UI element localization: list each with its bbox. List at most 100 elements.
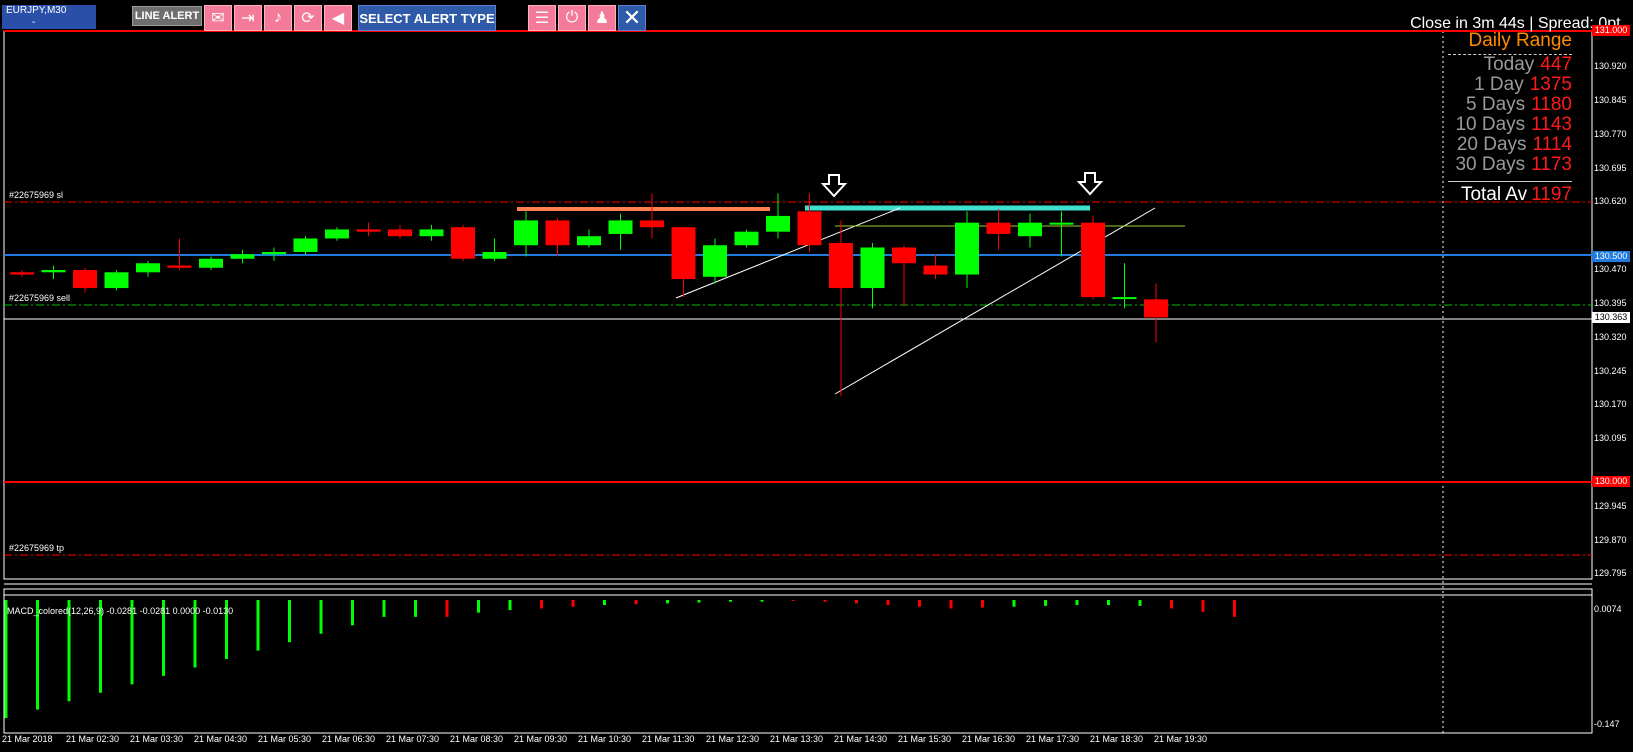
time-axis-label: 21 Mar 19:30 <box>1154 734 1208 744</box>
down-arrow-icon[interactable] <box>1076 172 1104 196</box>
price-tag: 131.000 <box>1592 25 1630 36</box>
candle-body <box>356 229 381 232</box>
power-icon[interactable]: ⏻ <box>558 5 586 31</box>
time-axis-label: 21 Mar 14:30 <box>834 734 888 744</box>
speaker-icon[interactable]: ◀ <box>324 5 352 31</box>
list-icon[interactable]: ☰ <box>528 5 556 31</box>
time-axis-label: 21 Mar 05:30 <box>258 734 312 744</box>
price-axis-label: 129.795 <box>1594 568 1627 579</box>
candle-body <box>640 220 664 228</box>
daily-range-row: 5 Days 1180 <box>1466 94 1572 115</box>
price-axis-label: 130.245 <box>1594 365 1627 376</box>
daily-range-title: Daily Range <box>1448 30 1572 55</box>
price-axis-label: 129.945 <box>1594 500 1627 511</box>
candle-body <box>167 265 192 268</box>
daily-range-row: 30 Days 1173 <box>1455 154 1572 175</box>
tp-label: #22675969 tp <box>9 543 65 553</box>
candle-body <box>986 222 1011 234</box>
candle-body <box>671 227 696 280</box>
price-tag: 130.500 <box>1592 250 1630 262</box>
symbol-label: EURJPY,M30 <box>6 5 67 16</box>
candle-body <box>388 229 412 237</box>
select-alert-type-button[interactable]: SELECT ALERT TYPE <box>358 5 496 31</box>
daily-range-row: Today 447 <box>1483 54 1572 75</box>
candle-body <box>703 245 727 277</box>
daily-range-row: 10 Days 1143 <box>1455 114 1572 135</box>
candle-body <box>797 211 822 246</box>
candle-body <box>577 236 601 246</box>
trendline[interactable] <box>834 207 1156 395</box>
music-note-icon[interactable]: ♪ <box>264 5 292 31</box>
candle-body <box>766 215 790 232</box>
time-axis-label: 21 Mar 07:30 <box>386 734 440 744</box>
time-axis-label: 21 Mar 10:30 <box>578 734 632 744</box>
toolbar: EURJPY,M30 - LINE ALERT ✉ ⇥ ♪ ⟳ ◀ SELECT… <box>0 2 1633 32</box>
candle-body <box>419 229 444 237</box>
price-axis-label: 130.170 <box>1594 399 1627 410</box>
price-axis-label: 130.770 <box>1594 128 1627 139</box>
price-axis-label: 130.095 <box>1594 433 1627 444</box>
candle-body <box>73 270 97 289</box>
price-tag: 130.000 <box>1592 476 1630 487</box>
price-axis-label: 130.470 <box>1594 264 1627 275</box>
mail-icon[interactable]: ✉ <box>204 5 232 31</box>
candle-body <box>1018 222 1042 237</box>
daily-range-total: Total Av 1197 <box>1448 181 1572 206</box>
time-axis-label: 21 Mar 16:30 <box>962 734 1016 744</box>
price-axis-label: 130.320 <box>1594 331 1627 342</box>
time-axis-label: 21 Mar 11:30 <box>642 734 695 744</box>
macd-title: MACD_colored(12,26,9) -0.0281 -0.0281 0.… <box>7 606 234 616</box>
price-chart[interactable] <box>0 0 1633 752</box>
candle-body <box>1112 297 1137 300</box>
price-axis-label: 130.395 <box>1594 297 1627 308</box>
price-axis-label: 130.695 <box>1594 162 1627 173</box>
down-arrow-icon[interactable] <box>820 174 848 198</box>
candle-body <box>482 251 507 259</box>
macd-histogram <box>4 600 1236 719</box>
time-axis-label: 21 Mar 2018 <box>2 734 53 744</box>
close-icon[interactable]: ✕ <box>618 5 646 31</box>
candle-body <box>1049 222 1074 225</box>
candle-body <box>230 254 255 259</box>
sl-label: #22675969 sl <box>9 190 64 200</box>
candle-body <box>325 229 349 239</box>
time-axis-label: 21 Mar 17:30 <box>1026 734 1080 744</box>
refresh-icon[interactable]: ⟳ <box>294 5 322 31</box>
candle-body <box>860 247 885 289</box>
price-axis-label: 130.920 <box>1594 61 1627 72</box>
time-axis-label: 21 Mar 18:30 <box>1090 734 1144 744</box>
daily-range-row: 20 Days 1114 <box>1456 134 1572 155</box>
symbol-value: - <box>32 17 36 28</box>
macd-axis-top: 0.0074 <box>1594 604 1622 614</box>
time-axis-label: 21 Mar 09:30 <box>514 734 568 744</box>
daily-range-row: 1 Day 1375 <box>1474 74 1572 95</box>
time-axis-label: 21 Mar 12:30 <box>706 734 760 744</box>
time-axis-label: 21 Mar 04:30 <box>194 734 248 744</box>
candle-body <box>545 220 570 246</box>
candle-body <box>104 272 129 289</box>
candle-body <box>608 220 633 234</box>
candle-body <box>199 258 223 268</box>
time-axis-label: 21 Mar 13:30 <box>770 734 824 744</box>
macd-axis-bottom: -0.147 <box>1594 719 1620 729</box>
candle-body <box>514 220 538 246</box>
candle-body <box>136 263 160 273</box>
macd-frame <box>3 588 1593 734</box>
candle-body <box>923 265 948 275</box>
time-axis-label: 21 Mar 03:30 <box>130 734 184 744</box>
time-axis-label: 21 Mar 06:30 <box>322 734 376 744</box>
candle-body <box>892 247 916 264</box>
line-alert-button[interactable]: LINE ALERT <box>132 6 202 26</box>
time-axis-label: 21 Mar 08:30 <box>450 734 504 744</box>
price-axis-label: 129.870 <box>1594 534 1627 545</box>
sell-label: #22675969 sell <box>9 293 71 303</box>
candles-group <box>10 193 1168 397</box>
user-icon[interactable]: ♟ <box>588 5 616 31</box>
candle-body <box>1144 299 1168 318</box>
candle-body <box>829 242 853 289</box>
export-icon[interactable]: ⇥ <box>234 5 262 31</box>
price-tag: 130.363 <box>1592 312 1630 324</box>
candle-body <box>1081 222 1105 298</box>
symbol-selector[interactable]: EURJPY,M30 - <box>2 5 96 29</box>
candle-body <box>293 238 318 252</box>
